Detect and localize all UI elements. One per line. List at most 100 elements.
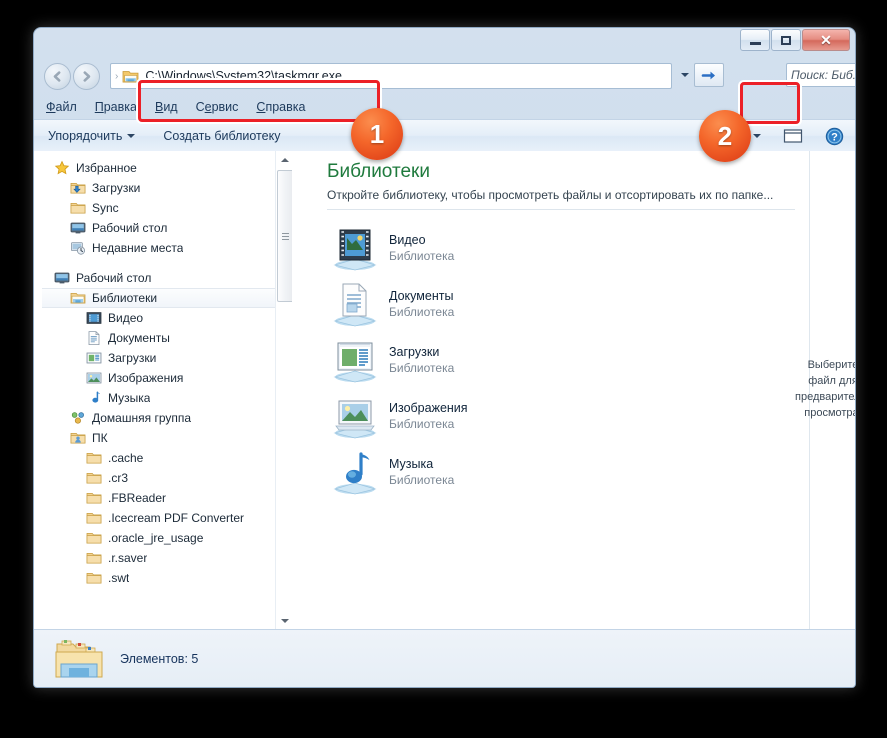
- help-button[interactable]: ?: [822, 124, 847, 148]
- folder-download-icon: [70, 180, 86, 196]
- tree-item[interactable]: Недавние места: [42, 238, 275, 258]
- desktop-icon: [54, 270, 70, 286]
- scroll-up-button[interactable]: [276, 151, 292, 168]
- tree-item-label: Загрузки: [92, 181, 140, 195]
- breadcrumb-separator-icon: ›: [115, 71, 118, 82]
- address-path-text: C:\Windows\System32\taskmgr.exe: [145, 69, 342, 83]
- tree-item-label: Рабочий стол: [76, 271, 151, 285]
- tree-item[interactable]: Sync: [42, 198, 275, 218]
- address-input[interactable]: › C:\Windows\System32\taskmgr.exe: [110, 63, 672, 89]
- menu-item-view[interactable]: Вид: [155, 100, 178, 114]
- library-item-type: Библиотека: [389, 305, 454, 319]
- scroll-down-button[interactable]: [276, 612, 292, 629]
- new-library-button[interactable]: Создать библиотеку: [163, 129, 280, 143]
- tree-item-label: Рабочий стол: [92, 221, 167, 235]
- tree-item[interactable]: Домашняя группа: [42, 408, 275, 428]
- library-item-name: Документы: [389, 289, 454, 303]
- menu-item-help[interactable]: Справка: [256, 100, 305, 114]
- forward-button[interactable]: [73, 63, 100, 90]
- scrollbar-thumb[interactable]: [277, 170, 292, 302]
- library-item-type: Библиотека: [389, 473, 454, 487]
- library-item[interactable]: ИзображенияБиблиотека: [313, 388, 809, 444]
- back-button[interactable]: [44, 63, 71, 90]
- folder-icon: [86, 510, 102, 526]
- badge-number: 1: [370, 121, 384, 147]
- go-button[interactable]: [694, 63, 724, 87]
- triangle-down-icon: [281, 619, 289, 623]
- folder-icon: [86, 550, 102, 566]
- library-item[interactable]: ВидеоБиблиотека: [313, 220, 809, 276]
- search-input[interactable]: Поиск: Биб...: [786, 63, 856, 87]
- navigation-scrollbar[interactable]: [275, 151, 292, 629]
- maximize-button[interactable]: [771, 29, 801, 51]
- content-pane: Библиотеки Откройте библиотеку, чтобы пр…: [313, 151, 809, 629]
- tree-item[interactable]: .FBReader: [42, 488, 275, 508]
- tree-item-label: .r.saver: [108, 551, 147, 565]
- view-options-dropdown[interactable]: [750, 124, 764, 148]
- tree-item-label: Домашняя группа: [92, 411, 191, 425]
- tree-item[interactable]: .cache: [42, 448, 275, 468]
- tree-item-label: .FBReader: [108, 491, 166, 505]
- tree-item-label: .cr3: [108, 471, 128, 485]
- help-icon: ?: [825, 127, 844, 146]
- tree-item-label: Видео: [108, 311, 143, 325]
- tree-item[interactable]: Музыка: [42, 388, 275, 408]
- organize-button[interactable]: Упорядочить: [48, 129, 135, 143]
- tree-item-label: ПК: [92, 431, 108, 445]
- tree-item-label: .Icecream PDF Converter: [108, 511, 244, 525]
- maximize-icon: [781, 36, 791, 45]
- tree-item[interactable]: .oracle_jre_usage: [42, 528, 275, 548]
- go-arrow-icon: [701, 68, 718, 83]
- music-icon: [86, 390, 102, 406]
- library-item-text: ВидеоБиблиотека: [389, 233, 454, 263]
- tree-item-label: Документы: [108, 331, 170, 345]
- library-item[interactable]: МузыкаБиблиотека: [313, 444, 809, 500]
- tree-item[interactable]: Загрузки: [42, 348, 275, 368]
- documents-library-icon: [329, 280, 381, 328]
- tree-group-header[interactable]: Рабочий стол: [42, 268, 275, 288]
- tree-item[interactable]: .swt: [42, 568, 275, 588]
- folder-icon: [86, 570, 102, 586]
- tree-item[interactable]: Загрузки: [42, 178, 275, 198]
- preview-pane: Выберите файл для предварительного просм…: [809, 151, 856, 629]
- go-button-group: [675, 63, 724, 87]
- tree-item-label: Загрузки: [108, 351, 156, 365]
- tree-item-label: Избранное: [76, 161, 137, 175]
- library-list: ВидеоБиблиотека Документы Библиотека Загруз…: [313, 210, 809, 500]
- menu-item-edit[interactable]: Правка: [95, 100, 137, 114]
- tree-item[interactable]: Документы: [42, 328, 275, 348]
- library-item-type: Библиотека: [389, 249, 454, 263]
- status-text: Элементов: 5: [120, 652, 198, 666]
- title-bar: ✕: [34, 28, 855, 55]
- tree-item[interactable]: ПК: [42, 428, 275, 448]
- folder-icon: [86, 470, 102, 486]
- tree-item[interactable]: .cr3: [42, 468, 275, 488]
- library-item[interactable]: ЗагрузкиБиблиотека: [313, 332, 809, 388]
- homegroup-icon: [70, 410, 86, 426]
- svg-text:?: ?: [831, 131, 838, 143]
- navigation-arrows: [44, 63, 100, 90]
- close-button[interactable]: ✕: [802, 29, 850, 51]
- menu-item-tools[interactable]: Сервис: [196, 100, 239, 114]
- address-dropdown-button[interactable]: [675, 63, 694, 87]
- menu-item-file[interactable]: Файл: [46, 100, 77, 114]
- library-item-text: МузыкаБиблиотека: [389, 457, 454, 487]
- back-arrow-icon: [50, 69, 65, 84]
- tree-item[interactable]: Изображения: [42, 368, 275, 388]
- status-bar: Элементов: 5: [34, 629, 855, 687]
- library-item[interactable]: Документы Библиотека: [313, 276, 809, 332]
- chevron-down-icon: [681, 73, 689, 77]
- new-library-label: Создать библиотеку: [163, 129, 280, 143]
- tree-item[interactable]: .r.saver: [42, 548, 275, 568]
- window-controls: ✕: [739, 29, 850, 51]
- minimize-button[interactable]: [740, 29, 770, 51]
- tree-item[interactable]: .Icecream PDF Converter: [42, 508, 275, 528]
- preview-pane-button[interactable]: [780, 124, 806, 148]
- tree-item[interactable]: Видео: [42, 308, 275, 328]
- recent-places-icon: [70, 240, 86, 256]
- tree-item[interactable]: Библиотеки: [42, 288, 275, 308]
- library-item-name: Изображения: [389, 401, 468, 415]
- tree-item-label: Библиотеки: [92, 291, 157, 305]
- tree-item[interactable]: Рабочий стол: [42, 218, 275, 238]
- tree-group-header[interactable]: Избранное: [42, 158, 275, 178]
